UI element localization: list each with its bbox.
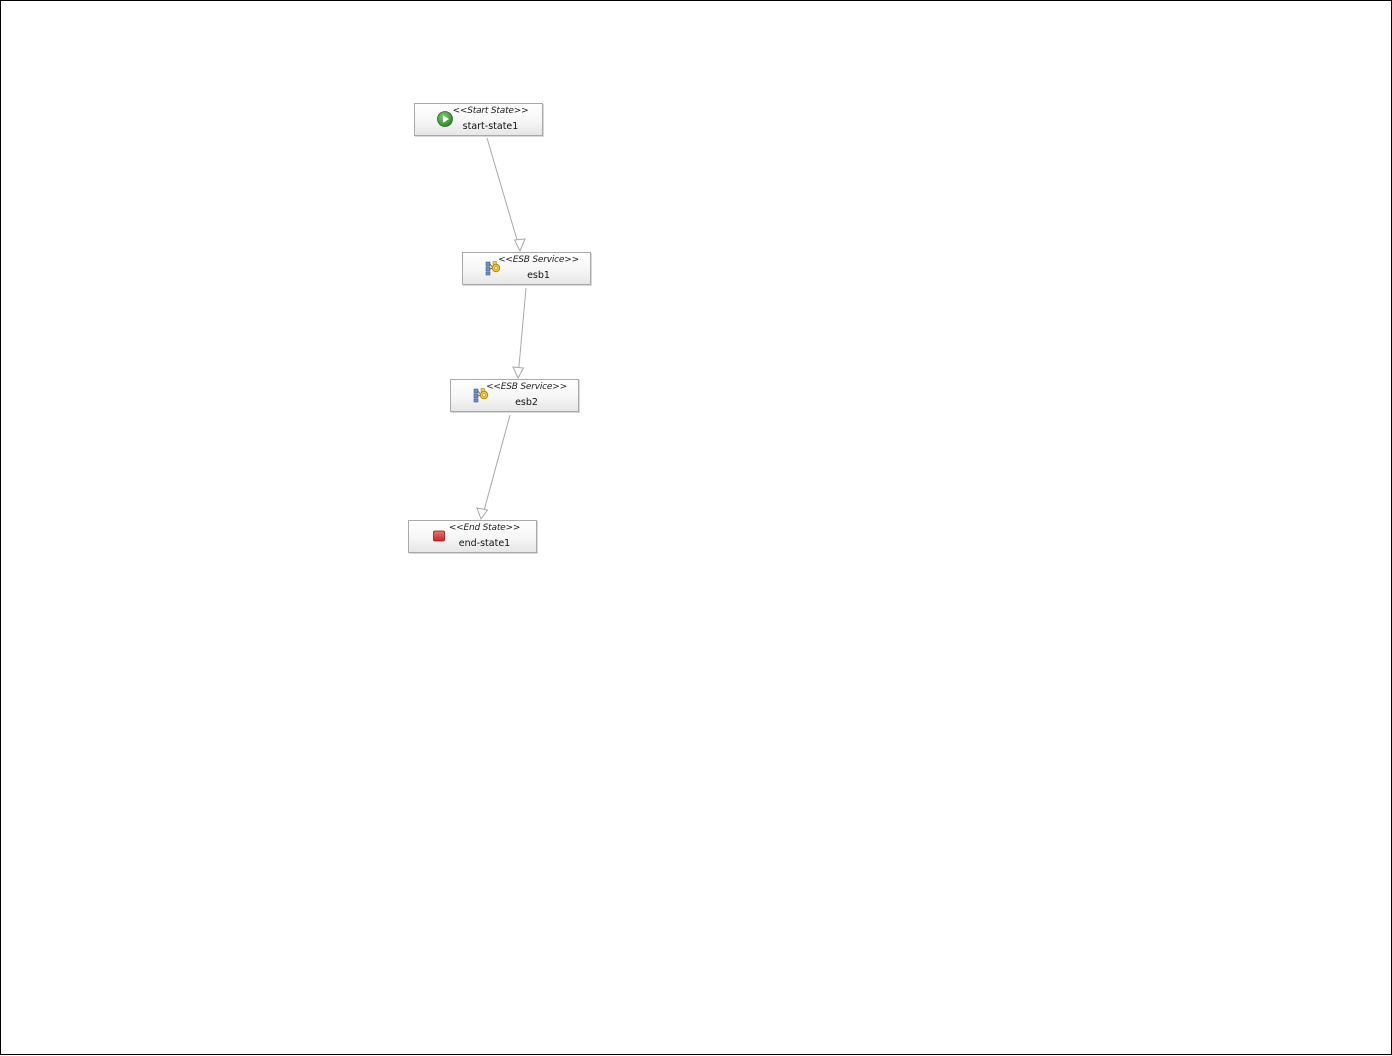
node-name: esb2: [515, 397, 538, 408]
transition-start-to-esb1[interactable]: [486, 137, 521, 251]
node-end-state1[interactable]: <<End State>> end-state1: [408, 520, 537, 553]
transition-esb2-to-end[interactable]: [481, 414, 511, 519]
node-stereotype: <<ESB Service>>: [498, 255, 579, 265]
transition-arrowhead: [513, 238, 526, 253]
node-esb2[interactable]: <<ESB Service>> esb2: [450, 379, 579, 412]
node-stereotype: <<Start State>>: [452, 106, 529, 116]
node-name: end-state1: [458, 538, 511, 549]
transition-arrowhead: [476, 507, 489, 521]
node-esb1[interactable]: <<ESB Service>> esb1: [462, 252, 591, 285]
transition-arrowhead: [512, 366, 525, 380]
diagram-canvas[interactable]: <<Start State>> start-state1 <<ESB Servi…: [0, 0, 1392, 1055]
node-start-state1[interactable]: <<Start State>> start-state1: [414, 103, 543, 136]
node-name: esb1: [527, 270, 550, 281]
node-name: start-state1: [462, 121, 519, 132]
transition-layer: [476, 137, 527, 521]
node-stereotype: <<ESB Service>>: [486, 382, 567, 392]
transition-esb1-to-esb2[interactable]: [517, 287, 527, 378]
node-stereotype: <<End State>>: [448, 523, 521, 533]
